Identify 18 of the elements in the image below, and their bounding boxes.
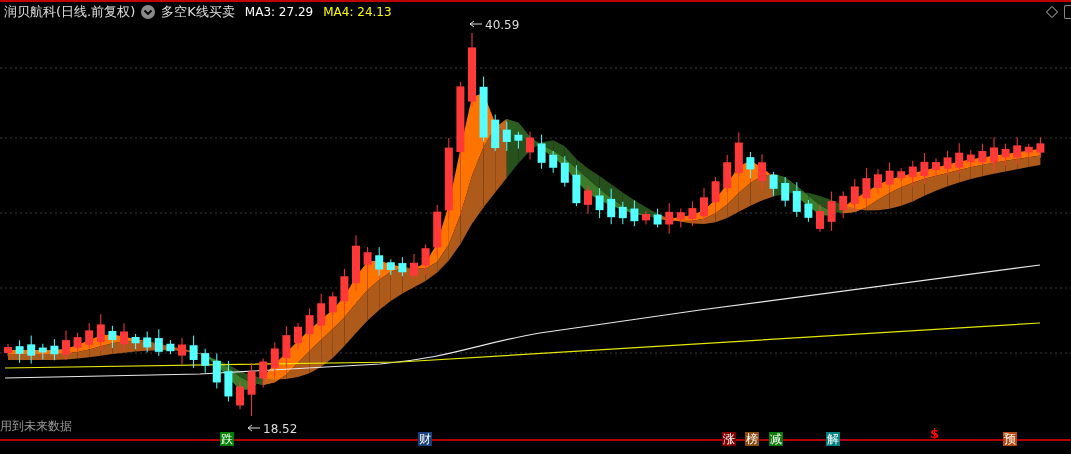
event-marker[interactable]: $ (930, 426, 940, 442)
event-marker[interactable]: 财 (418, 432, 432, 446)
moving-average-value: MA3: 27.29 (244, 5, 314, 19)
dropdown-icon[interactable] (141, 5, 156, 19)
event-marker[interactable]: 跌 (220, 432, 234, 446)
event-marker[interactable]: 涨 (722, 432, 736, 446)
diamond-icon[interactable] (1046, 6, 1058, 18)
stock-title: 润贝航科(日线.前复权) (4, 3, 136, 21)
event-marker[interactable]: 解 (826, 432, 840, 446)
chart-note: 用到未来数据 (0, 418, 72, 435)
event-marker[interactable]: 榜 (745, 432, 759, 446)
panel-edge-icon[interactable] (1064, 5, 1071, 19)
high-price-label: 40.59 (469, 18, 520, 32)
moving-average-value: MA4: 24.13 (323, 5, 392, 19)
low-price-label: 18.52 (247, 422, 298, 436)
event-marker[interactable]: 预 (1003, 432, 1017, 446)
event-marker[interactable]: 减 (769, 432, 783, 446)
indicator-name[interactable]: 多空K线买卖 (161, 3, 235, 21)
